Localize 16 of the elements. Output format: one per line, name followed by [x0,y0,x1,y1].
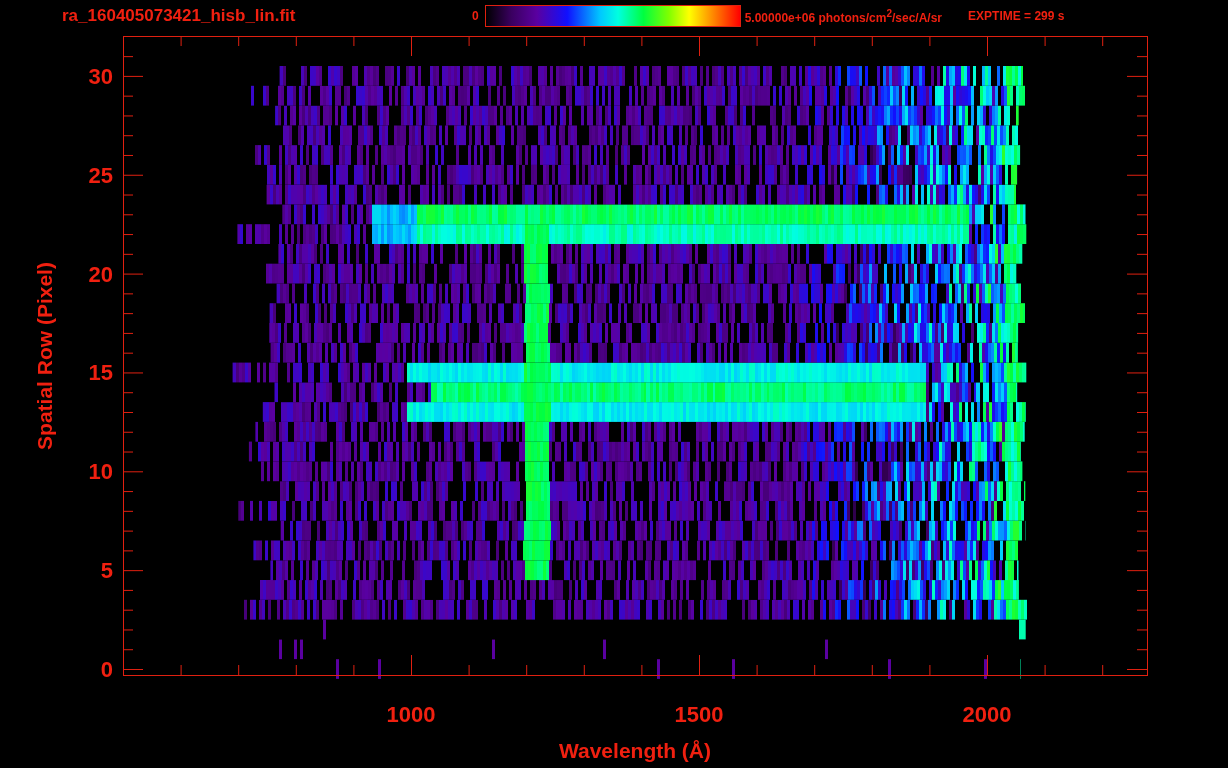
y-tick-label: 10 [88,459,113,485]
file-title: ra_160405073421_hisb_lin.fit [62,6,297,26]
x-tick-label: 1000 [386,702,436,727]
y-axis-title: Spatial Row (Pixel) [33,262,56,450]
y-tick-label: 5 [100,558,113,584]
exposure-time: EXPTIME = 299 s [968,9,1065,23]
colorbar-max-label: 5.00000e+06 photons/cm$^{2}$/sec/A/sr [744,7,943,25]
x-axis-title: Wavelength (Å) [558,739,712,762]
y-tick-label: 0 [100,657,113,682]
x-tick-label: 2000 [962,702,1012,727]
colorbar-min-label: 0 [472,9,479,23]
y-tick-label: 30 [88,63,113,89]
y-tick-label: 25 [88,162,113,188]
x-tick-label: 1500 [674,702,724,727]
y-tick-label: 20 [88,261,113,287]
y-tick-label: 15 [88,360,113,386]
